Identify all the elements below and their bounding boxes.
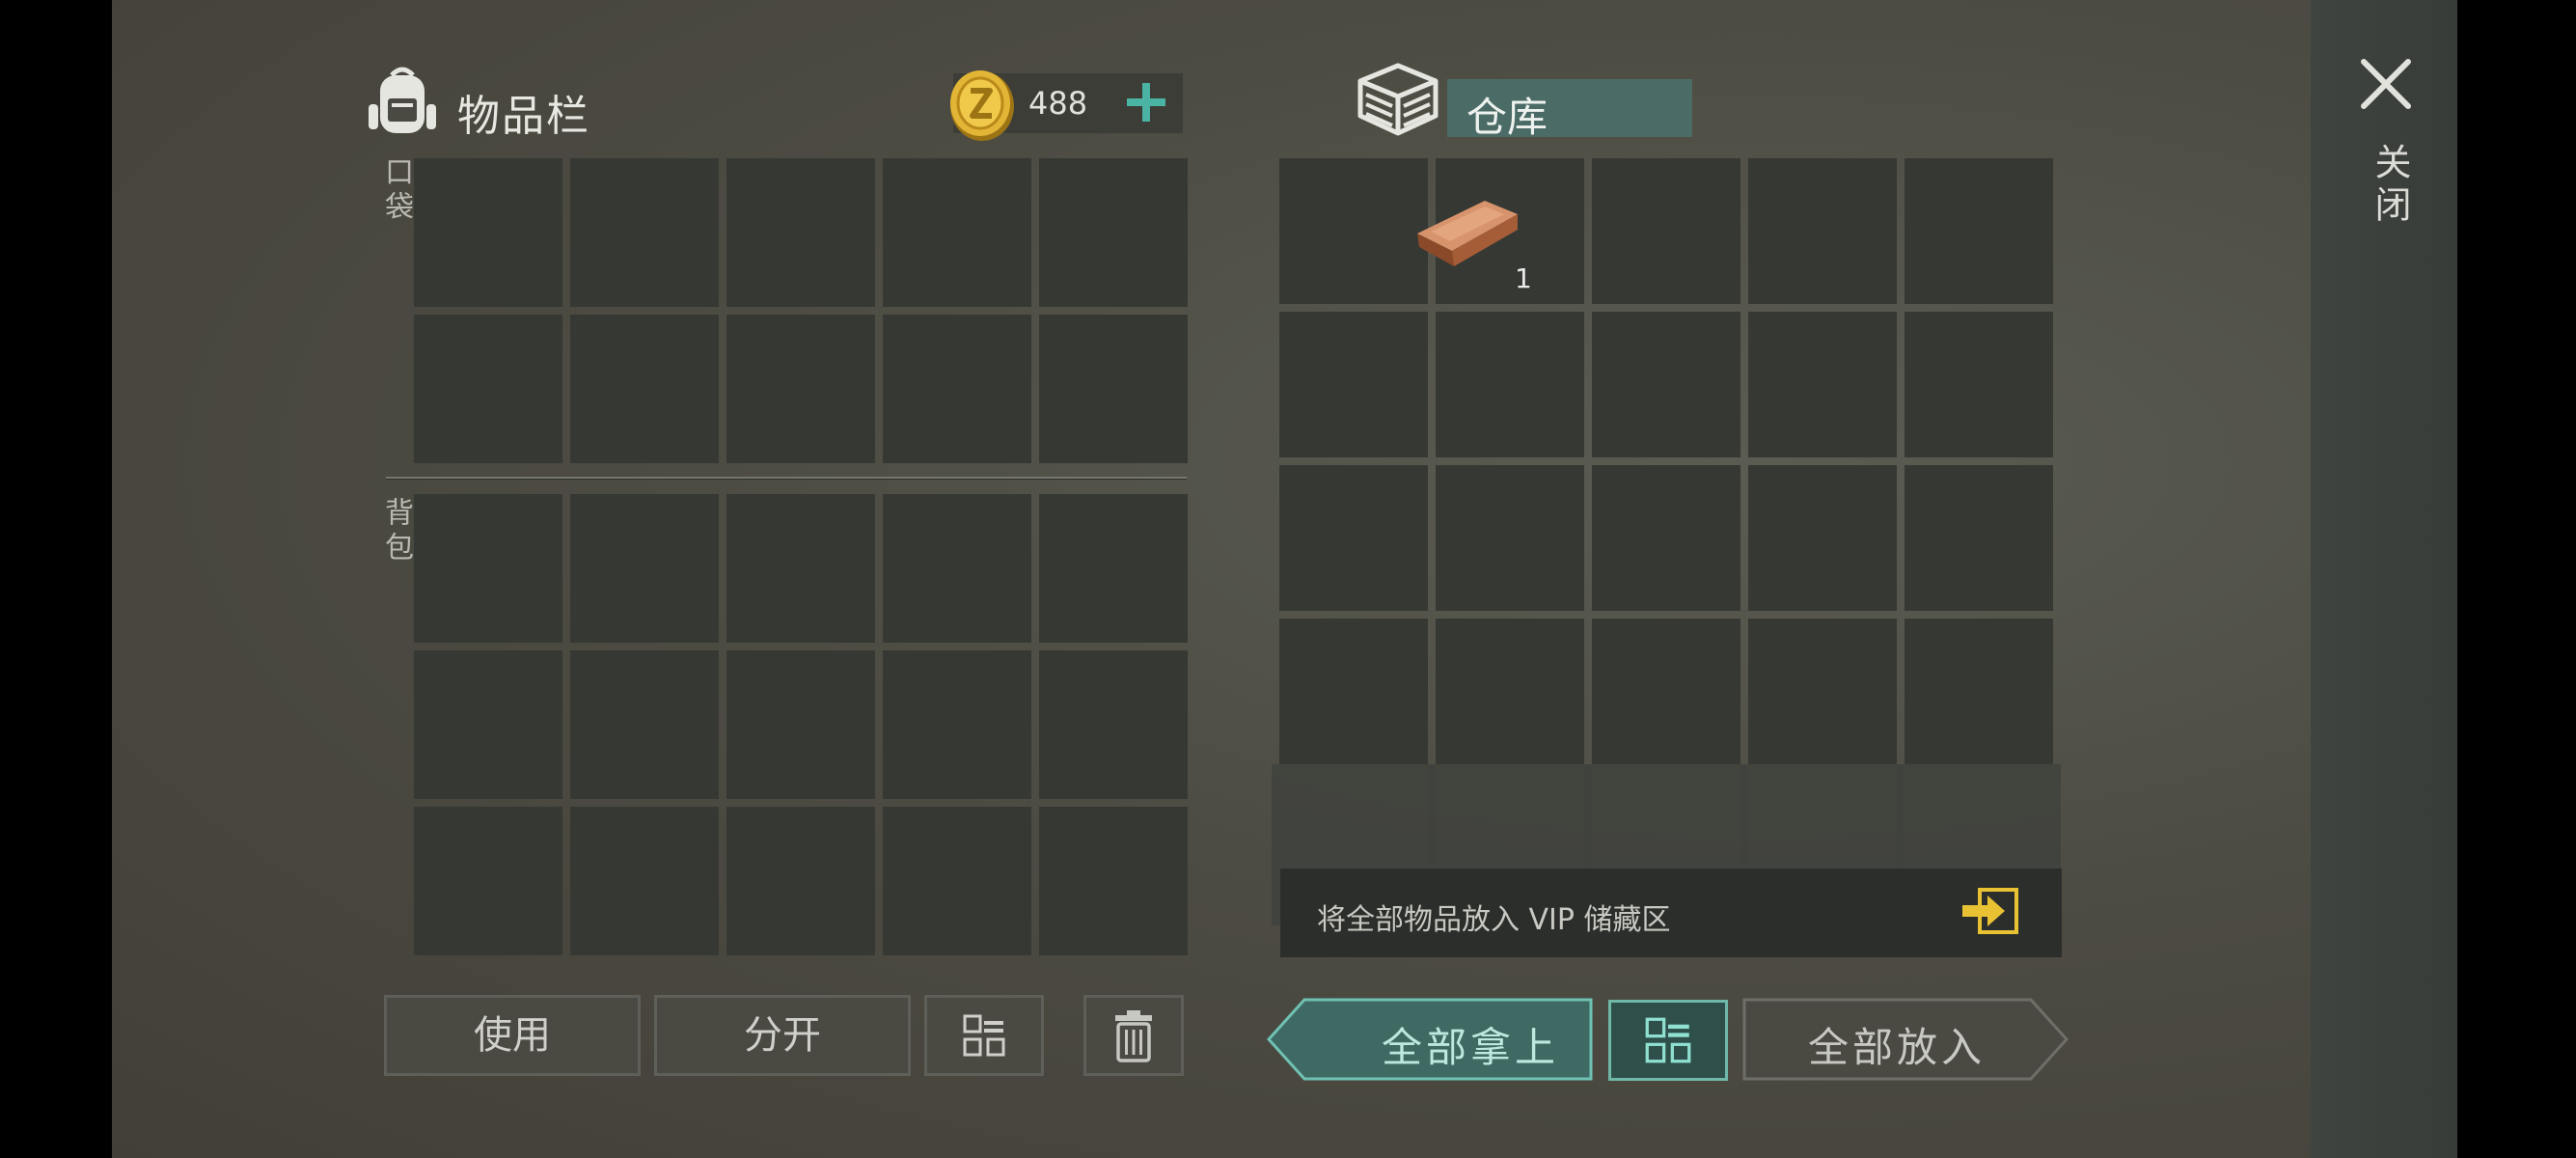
inventory-slot[interactable] [1897, 304, 2061, 465]
trash-icon [1115, 1010, 1152, 1062]
inventory-slot[interactable] [875, 799, 1039, 963]
add-coins-button[interactable] [1123, 79, 1169, 125]
sort-warehouse-button[interactable] [1608, 1000, 1728, 1081]
inventory-slot[interactable] [875, 151, 1039, 315]
inventory-slot[interactable] [1740, 151, 1905, 312]
use-button[interactable]: 使用 [384, 995, 641, 1076]
inventory-slot[interactable] [406, 307, 570, 471]
close-icon[interactable] [2358, 56, 2414, 112]
inventory-slot[interactable] [406, 799, 570, 963]
vip-storage-text: 将全部物品放入 VIP 储藏区 [1317, 903, 1671, 937]
inventory-slot[interactable] [1031, 307, 1195, 471]
inventory-slot[interactable] [1584, 611, 1748, 772]
warehouse-grid [1272, 151, 2061, 925]
inventory-title: 物品栏 [457, 92, 590, 141]
pocket-grid [410, 154, 1192, 467]
inventory-slot[interactable] [1031, 486, 1195, 650]
sort-grid-icon [963, 1014, 1005, 1057]
inventory-slot[interactable] [1031, 151, 1195, 315]
inventory-slot[interactable] [562, 486, 726, 650]
inventory-slot[interactable] [406, 643, 570, 807]
inventory-slot[interactable] [1740, 304, 1905, 465]
inventory-slot[interactable] [1897, 611, 2061, 772]
inventory-slot[interactable] [562, 307, 726, 471]
take-all-label: 全部拿上 [1381, 1024, 1559, 1071]
inventory-slot[interactable] [1428, 611, 1592, 772]
inventory-slot[interactable] [1740, 457, 1905, 619]
inventory-slot[interactable] [406, 151, 570, 315]
game-screen: 物品栏 488 口袋 背包 仓库 1 将全部物品放入 VIP 储藏区 使用 分开… [112, 0, 2457, 1158]
inventory-slot[interactable] [875, 307, 1039, 471]
inventory-slot[interactable] [1584, 304, 1748, 465]
inventory-slot[interactable] [719, 307, 883, 471]
inventory-slot[interactable] [719, 643, 883, 807]
warehouse-icon [1357, 63, 1439, 136]
inventory-slot[interactable] [1272, 457, 1436, 619]
close-label[interactable]: 关闭 [2364, 143, 2417, 228]
inventory-slot[interactable] [1740, 611, 1905, 772]
warehouse-title: 仓库 [1466, 94, 1548, 141]
coin-amount: 488 [1028, 85, 1088, 122]
split-button[interactable]: 分开 [654, 995, 911, 1076]
inventory-slot[interactable] [1031, 643, 1195, 807]
copper-ingot-icon[interactable] [1410, 185, 1525, 272]
inventory-slot[interactable] [1428, 304, 1592, 465]
section-divider [386, 477, 1187, 479]
coin-icon [950, 70, 1014, 141]
inventory-slot[interactable] [719, 151, 883, 315]
inventory-slot[interactable] [1272, 611, 1436, 772]
inventory-slot[interactable] [1031, 799, 1195, 963]
inventory-slot[interactable] [1584, 457, 1748, 619]
sort-inventory-button[interactable] [924, 995, 1044, 1076]
inventory-slot[interactable] [1272, 304, 1436, 465]
inventory-slot[interactable] [875, 486, 1039, 650]
discard-button[interactable] [1083, 995, 1184, 1076]
inventory-slot[interactable] [562, 151, 726, 315]
inventory-slot[interactable] [719, 799, 883, 963]
vip-deposit-arrow-icon[interactable] [1959, 886, 2020, 936]
inventory-slot[interactable] [719, 486, 883, 650]
inventory-slot[interactable] [1428, 457, 1592, 619]
inventory-slot[interactable] [1897, 151, 2061, 312]
put-all-label: 全部放入 [1807, 1024, 1986, 1071]
inventory-slot[interactable] [875, 643, 1039, 807]
inventory-slot[interactable] [562, 643, 726, 807]
inventory-slot[interactable] [406, 486, 570, 650]
item-quantity: 1 [1515, 262, 1532, 294]
inventory-slot[interactable] [562, 799, 726, 963]
inventory-slot[interactable] [1584, 151, 1748, 312]
backpack-icon [369, 67, 436, 133]
sort-grid-icon [1645, 1017, 1691, 1063]
backpack-grid [410, 490, 1192, 959]
inventory-slot[interactable] [1897, 457, 2061, 619]
